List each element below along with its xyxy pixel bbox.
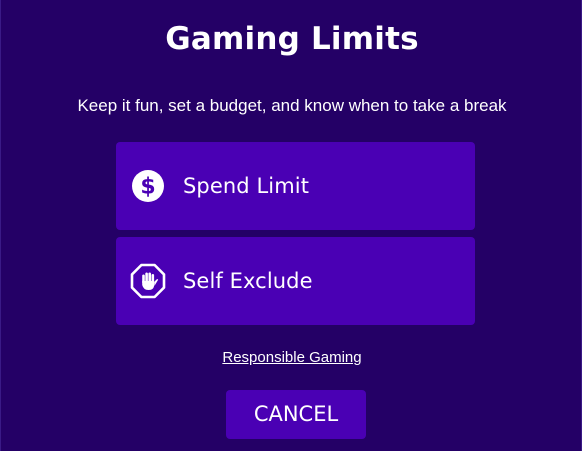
self-exclude-button[interactable]: Self Exclude: [116, 237, 475, 325]
cancel-button[interactable]: CANCEL: [226, 390, 366, 439]
self-exclude-label: Self Exclude: [183, 269, 313, 293]
svg-text:$: $: [140, 175, 155, 200]
gaming-limits-dialog: Gaming Limits Keep it fun, set a budget,…: [0, 0, 582, 451]
dollar-icon: $: [130, 168, 166, 204]
dialog-subtitle: Keep it fun, set a budget, and know when…: [77, 96, 507, 115]
dialog-title: Gaming Limits: [165, 21, 419, 57]
responsible-gaming-container: Responsible Gaming: [1, 348, 582, 368]
stop-hand-icon: [130, 263, 166, 299]
responsible-gaming-link[interactable]: Responsible Gaming: [222, 349, 361, 366]
spend-limit-label: Spend Limit: [183, 174, 310, 198]
spend-limit-button[interactable]: $ Spend Limit: [116, 142, 475, 230]
